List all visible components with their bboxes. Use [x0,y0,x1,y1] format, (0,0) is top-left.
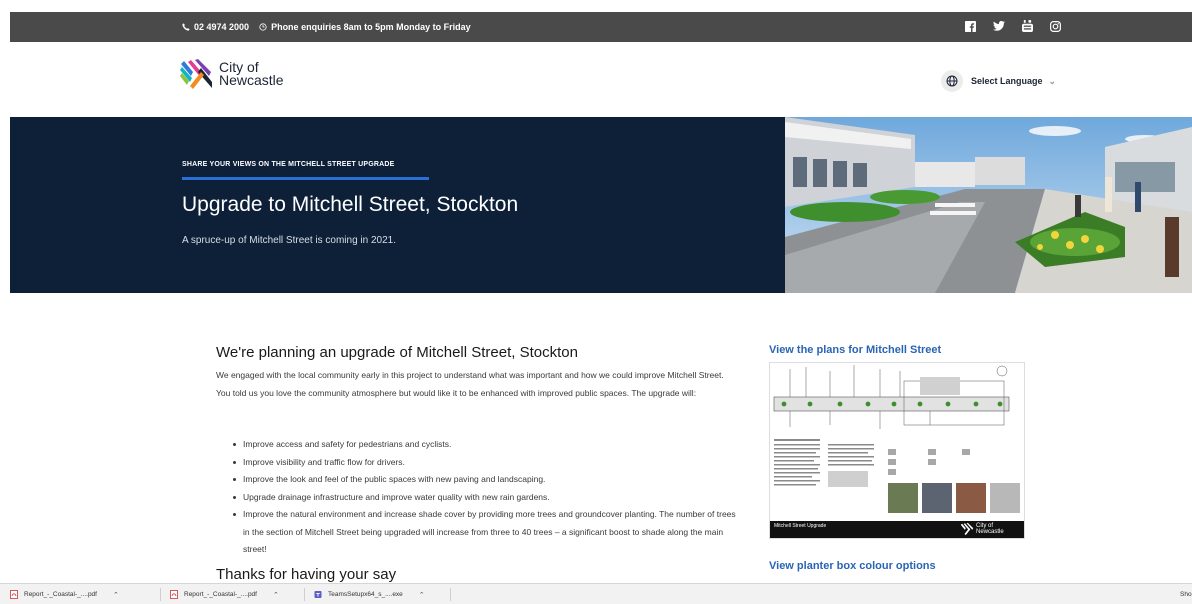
upgrade-bullet-list: Improve access and safety for pedestrian… [233,436,743,559]
logo-wordmark: City of Newcastle [219,60,284,88]
top-utility-bar: 02 4974 2000 Phone enquiries 8am to 5pm … [10,12,1192,42]
pdf-icon [10,590,18,599]
chevron-up-icon[interactable]: ⌃ [273,591,279,599]
hero-eyebrow-underline [182,177,429,180]
plan-logo-line-2: Newcastle [976,529,1004,535]
language-label: Select Language [971,76,1043,86]
social-links [965,12,1061,42]
page: 02 4974 2000 Phone enquiries 8am to 5pm … [0,0,1192,604]
instagram-icon[interactable] [1050,20,1061,34]
youtube-icon[interactable] [1022,20,1033,34]
logo-line-2: Newcastle [219,72,284,88]
hero-subtitle: A spruce-up of Mitchell Street is coming… [182,235,396,246]
download-separator [304,588,305,601]
pdf-icon [170,590,178,599]
facebook-icon[interactable] [965,20,976,34]
plan-thumbnail[interactable]: Mitchell Street Upgrade City of Newcastl… [769,362,1025,539]
thanks-heading: Thanks for having your say [216,566,397,583]
hero-title: Upgrade to Mitchell Street, Stockton [182,193,519,216]
twitter-icon[interactable] [993,21,1005,33]
contact-info: 02 4974 2000 Phone enquiries 8am to 5pm … [182,12,471,42]
plan-logo: City of Newcastle [960,522,1004,536]
hero-eyebrow: SHARE YOUR VIEWS ON THE MITCHELL STREET … [182,161,395,168]
list-item: Improve access and safety for pedestrian… [233,436,743,454]
download-filename: Report_-_Coastal-_....pdf [184,591,257,598]
phone-hours: Phone enquiries 8am to 5pm Monday to Fri… [271,22,471,32]
download-item[interactable]: Report_-_Coastal-_....pdf ⌃ [10,584,119,604]
newcastle-logo-mark-icon [180,59,212,89]
plan-caption: Mitchell Street Upgrade [774,523,827,529]
chevron-down-icon: ⌄ [1048,75,1057,86]
show-all-button[interactable]: Sho [1180,584,1192,604]
chevron-up-icon[interactable]: ⌃ [419,591,425,599]
street-render-image [785,117,1192,293]
clock-icon [259,23,267,31]
download-bar: Report_-_Coastal-_....pdf ⌃ Report_-_Coa… [0,583,1192,604]
list-item: Improve the look and feel of the public … [233,471,743,489]
intro-paragraph: We engaged with the local community earl… [216,370,724,398]
download-filename: Report_-_Coastal-_....pdf [24,591,97,598]
download-item[interactable]: Report_-_Coastal-_....pdf ⌃ [170,584,279,604]
city-of-newcastle-logo[interactable]: City of Newcastle [179,58,284,90]
planter-colour-link[interactable]: View planter box colour options [769,560,936,572]
site-header: City of Newcastle Select Language ⌄ [10,42,1192,117]
globe-icon [941,70,963,92]
list-item: Improve the natural environment and incr… [233,506,743,559]
main-heading: We're planning an upgrade of Mitchell St… [216,344,578,361]
language-selector[interactable]: Select Language ⌄ [941,70,1056,92]
download-filename: TeamsSetupx64_s_....exe [328,591,403,598]
list-item: Improve visibility and traffic flow for … [233,454,743,472]
download-item[interactable]: TeamsSetupx64_s_....exe ⌃ [314,584,425,604]
hero-banner: SHARE YOUR VIEWS ON THE MITCHELL STREET … [10,117,1192,293]
phone-number[interactable]: 02 4974 2000 [194,22,249,32]
download-separator [450,588,451,601]
teams-icon [314,591,322,598]
newcastle-logo-mark-icon [960,522,974,536]
download-separator [160,588,161,601]
list-item: Upgrade drainage infrastructure and impr… [233,489,743,507]
chevron-up-icon[interactable]: ⌃ [113,591,119,599]
view-plans-link[interactable]: View the plans for Mitchell Street [769,344,941,356]
phone-icon [182,23,190,31]
